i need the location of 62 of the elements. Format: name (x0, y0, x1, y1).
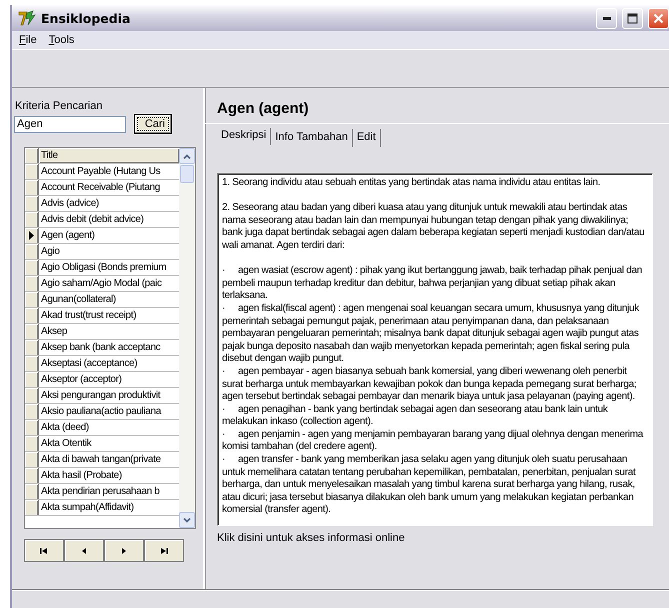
minimize-icon (602, 16, 610, 20)
close-icon (653, 12, 664, 24)
scrollbar[interactable] (179, 148, 195, 528)
table-cell[interactable]: Agen (agent) (39, 228, 179, 243)
tab[interactable]: Deskripsi (217, 128, 272, 145)
down-icon (183, 518, 191, 522)
entry-title: Agen (agent) (217, 100, 310, 117)
description-item: · agen wasiat (escrow agent) : pihak yang ikut bertanggung jawab, baik terhadap pihak penjual dan pembeli maupun terhadap kreditur dan debitur, bahwa perjanjian yang dibuat setiap pihak akan terlaksana. (222, 265, 644, 303)
table-cell[interactable]: Akta pendirian perusahaan b (39, 484, 179, 499)
table-cell[interactable]: Aksep bank (bank acceptanc (39, 340, 179, 355)
table-cell[interactable]: Agunan(collateral) (39, 292, 179, 307)
table-cell[interactable]: Aksep (39, 324, 179, 339)
description-paragraph: 1. Seorang individu atau sebuah entitas yang bertindak atas nama individu atau entitas lain. (222, 177, 602, 190)
menu-item[interactable]: Tools (48, 34, 74, 46)
description-paragraph: 2. Seseorang atau badan yang diberi kuasa atau yang ditunjuk untuk mewakili atau bertindak atas nama seseorang atau badan lain dan mempunyai hubungan tetap dengan pihak yang diwakilinya; bank juga dapat bertindak sebagai agen dalam beberapa kegiatan seperti menjadi kustodian dan/atau wali amanat. Agen terdiri dari: (222, 202, 646, 253)
prior-button[interactable] (64, 539, 104, 562)
window-title: Ensiklopedia (41, 10, 132, 26)
table-cell[interactable]: Akta Otentik (39, 436, 179, 451)
table-cell[interactable]: Akad trust(trust receipt) (39, 308, 179, 323)
description-item: · agen pembayar - agen biasanya sebuah bank komersial, yang diberi wewenang oleh penerbit surat berharga untuk membayarkan kewajiban pokok dan bunga kepada pemegang surat berharga; agen tersebut bertindak sebagai pembayar dan menarik biaya untuk jasa pelayanan (paying agent). (222, 366, 638, 404)
table-cell[interactable]: Advis debit (debit advice) (39, 212, 179, 227)
app-icon (18, 10, 36, 26)
tab[interactable]: Info Tambahan (271, 129, 353, 147)
table-cell[interactable]: Akta di bawah tangan(private (39, 452, 179, 467)
table-cell[interactable]: Akseptasi (acceptance) (39, 356, 179, 371)
search-button[interactable]: Cari (134, 114, 172, 134)
first-record-icon (39, 546, 49, 554)
close-button[interactable] (648, 8, 669, 28)
table-cell[interactable]: Account Payable (Hutang Us (39, 164, 179, 179)
description-item: · agen penjamin - agen yang menjamin pembayaran barang yang dijual olehnya dengan menerima komisi tambahan (del credere agent). (222, 428, 644, 454)
table-cell[interactable]: Akta sumpah(Affidavit) (39, 500, 179, 515)
table-cell[interactable]: Akta (deed) (39, 420, 179, 435)
menu-item[interactable]: File (19, 34, 37, 46)
scroll-up-button[interactable] (179, 148, 195, 164)
last-record-icon (159, 546, 169, 554)
table-cell[interactable]: Advis (advice) (39, 196, 179, 211)
table-cell[interactable]: Aksio pauliana(actio pauliana (39, 404, 179, 419)
last-button[interactable] (144, 539, 184, 562)
column-header[interactable]: Title (39, 148, 179, 163)
table-cell[interactable]: Account Receivable (Piutang (39, 180, 179, 195)
search-field[interactable]: Agen (14, 116, 126, 132)
description-item: · agen penagihan - bank yang bertindak sebagai agen dan seseorang atau bank lain untuk melakukan inkaso (collection agent). (222, 404, 609, 429)
search-label: Kriteria Pencarian (15, 100, 104, 112)
next-button[interactable] (104, 539, 144, 562)
maximize-icon (627, 12, 638, 24)
table-cell[interactable]: Aksi pengurangan produktivit (39, 388, 179, 403)
table-cell[interactable]: Agio (39, 244, 179, 259)
table-cell[interactable]: Agio saham/Agio Modal (paic (39, 276, 179, 291)
tab[interactable]: Edit (352, 129, 381, 147)
scroll-thumb[interactable] (180, 165, 194, 183)
scroll-down-button[interactable] (179, 512, 195, 528)
description-item: · agen transfer - bank yang memberikan jasa selaku agen yang ditunjuk oleh suatu perusahaan untuk memelihara catatan tentang perubahan kepemilikan, pembatalan, penerbitan, penjualan surat berharga, dan untuk menyelesaikan masalah yang timbul karena surat berharga yang hilang, rusak, atau dicuri; jasa tersebut biasanya dilakukan oleh bank umum yang melakukan kegiatan perbankan komersial (transfer agent). (222, 454, 637, 518)
table-cell[interactable]: Akta hasil (Probate) (39, 468, 179, 483)
table-cell[interactable]: Agio Obligasi (Bonds premium (39, 260, 179, 275)
table-cell[interactable]: Akseptor (acceptor) (39, 372, 179, 387)
first-button[interactable] (24, 539, 64, 562)
maximize-button[interactable] (622, 8, 643, 28)
description-item: · agen fiskal(fiscal agent) : agen mengenai soal keuangan secara umum, khususnya yang ditunjuk pemerintah sebagai pemungut pajak, penerimaan atau penyimpanan dana, dan pelaksanaan pembayaran pengeluaran pemerintah; misalnya bank dapat ditunjuk sebagai agen wajib pungut atas pajak bunga deposito nasabah dan wajib menyetorkan kepada pemerintah; agen fiskal sering pula disebut dengan wajib pungut. (222, 302, 640, 366)
current-row-icon (29, 231, 34, 240)
minimize-button[interactable] (596, 8, 617, 28)
online-link[interactable]: Klik disini untuk akses informasi online (217, 532, 669, 544)
up-icon (183, 154, 191, 158)
